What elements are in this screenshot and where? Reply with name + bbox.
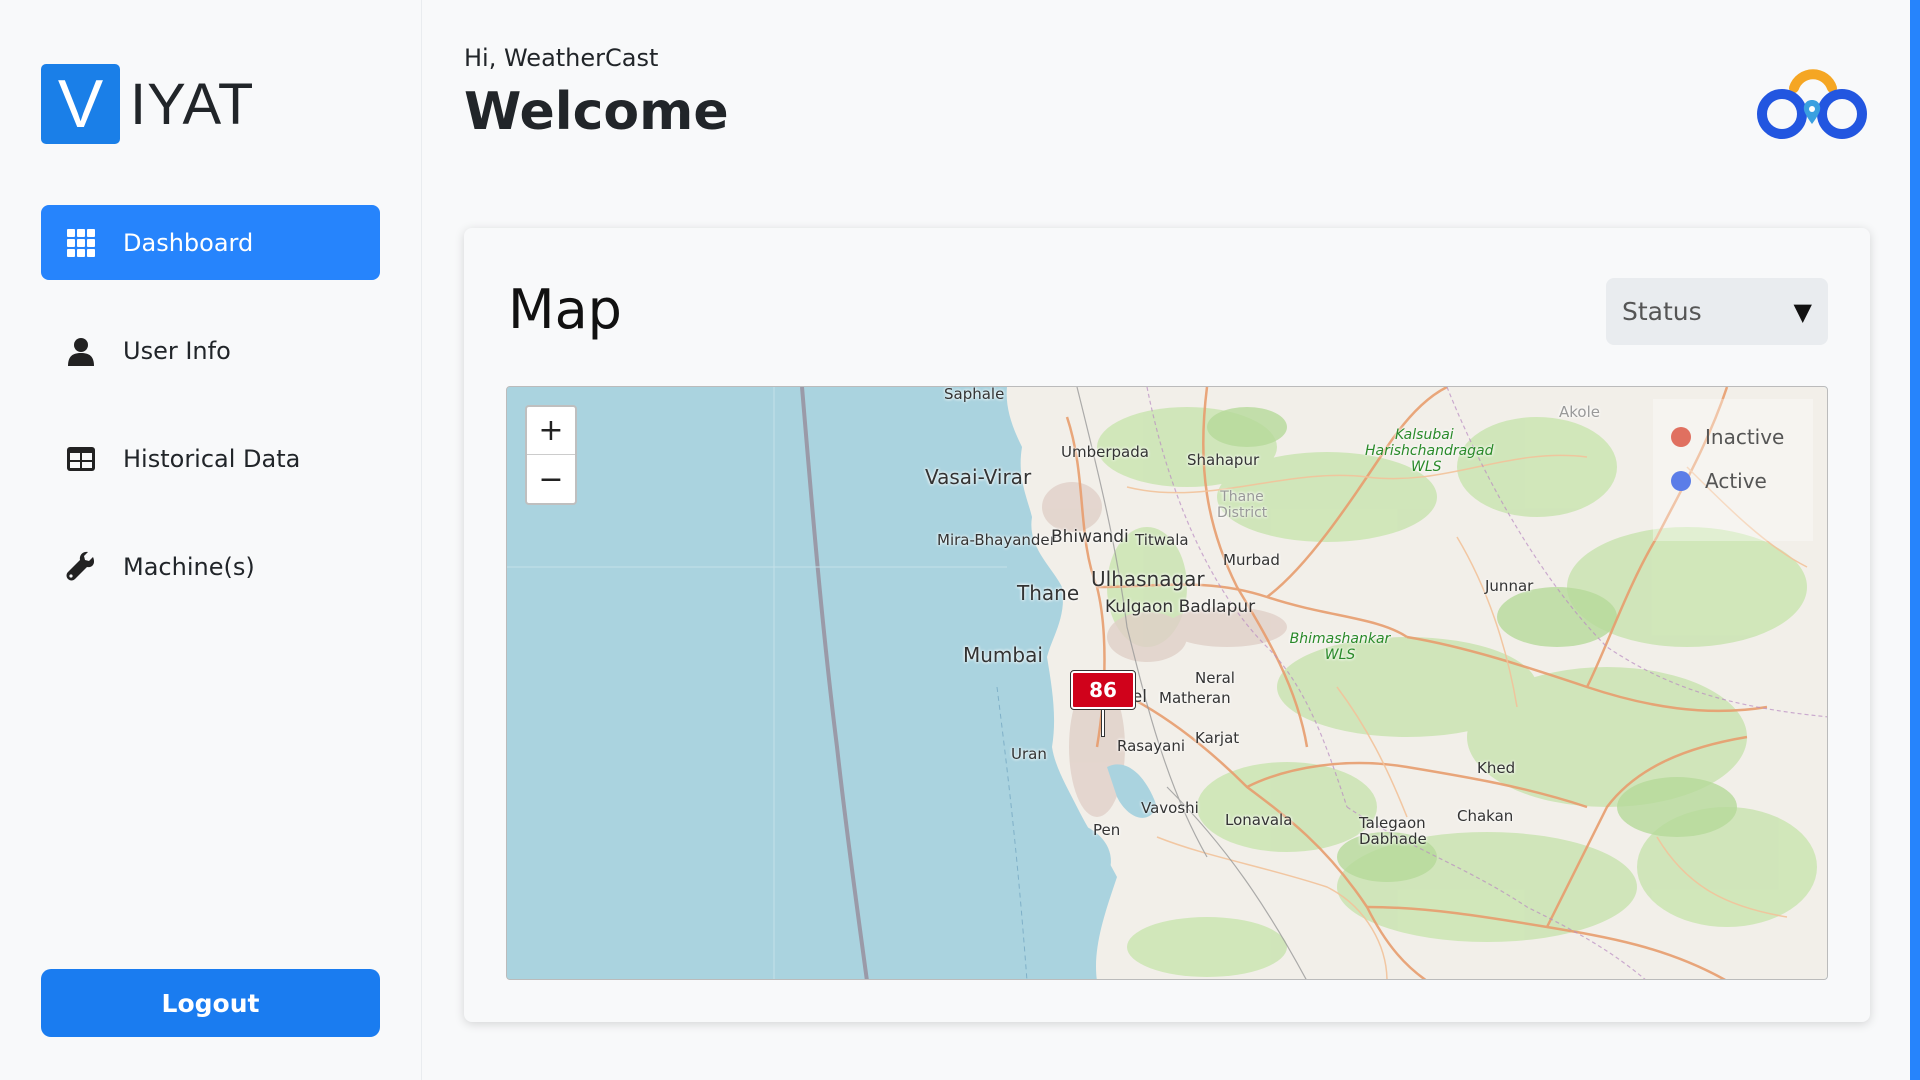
greeting-text: Hi, WeatherCast: [464, 44, 659, 72]
caret-down-icon: ▼: [1793, 297, 1812, 326]
map-label-murbad: Murbad: [1223, 551, 1280, 569]
map-label-lonavala: Lonavala: [1225, 811, 1293, 829]
map-label-harishchandragad: Harishchandragad: [1365, 443, 1494, 459]
map-label-talegaon-dabhade: Talegaon Dabhade: [1359, 814, 1427, 848]
map-label-khed: Khed: [1477, 759, 1516, 777]
sidebar-nav: Dashboard User Info Historical Data Mach…: [41, 205, 380, 637]
user-icon: [68, 337, 94, 366]
map-label-saphale: Saphale: [944, 386, 1005, 403]
map-label-titwala: Titwala: [1135, 531, 1189, 549]
map-label-thane-district: Thane District: [1217, 489, 1268, 521]
sidebar-item-label: Machine(s): [123, 552, 255, 581]
map-label-uran: Uran: [1011, 745, 1047, 763]
status-dot-icon: [1671, 471, 1691, 491]
logo-text: IYAT: [130, 71, 255, 137]
map-label-matheran: Matheran: [1159, 689, 1231, 707]
table-icon: [67, 446, 95, 471]
sidebar-item-label: Dashboard: [123, 228, 254, 257]
map-label-kulgaon-badlapur: Kulgaon Badlapur: [1105, 597, 1256, 617]
grid-icon: [67, 228, 95, 257]
map-label-neral: Neral: [1195, 669, 1235, 687]
map-label-chakan: Chakan: [1457, 807, 1514, 825]
map-label-vasai-virar: Vasai-Virar: [925, 465, 1032, 489]
marker-value-badge: 86: [1070, 670, 1136, 710]
sidebar-item-user-info[interactable]: User Info: [41, 313, 380, 388]
sidebar-item-historical-data[interactable]: Historical Data: [41, 421, 380, 496]
legend-label: Active: [1705, 469, 1767, 493]
page-scrollbar[interactable]: [1910, 0, 1920, 1080]
marker-pin-icon: [1101, 709, 1105, 737]
sidebar-item-label: Historical Data: [123, 444, 301, 473]
map-label-bhiwandi: Bhiwandi: [1051, 527, 1129, 547]
wrench-icon: [66, 551, 95, 580]
sidebar-item-machines[interactable]: Machine(s): [41, 529, 380, 604]
map-label-karjat: Karjat: [1195, 729, 1240, 747]
sidebar-item-dashboard[interactable]: Dashboard: [41, 205, 380, 280]
sidebar-item-label: User Info: [123, 336, 231, 365]
map-label-rasayani: Rasayani: [1117, 737, 1186, 755]
status-select-value: Status: [1622, 297, 1702, 326]
map-zoom-control: + −: [525, 405, 577, 505]
legend-label: Inactive: [1705, 425, 1785, 449]
map-marker[interactable]: 86: [1070, 670, 1136, 737]
map-label-kalsubai: Kalsubai: [1395, 427, 1454, 443]
map-label-akole: Akole: [1559, 403, 1600, 421]
map-card: Map Status ▼ Saphale Umberpada Shahapur …: [464, 228, 1870, 1022]
app-logo[interactable]: V IYAT: [41, 64, 254, 144]
legend-item-inactive: Inactive: [1671, 425, 1784, 449]
zoom-out-button[interactable]: −: [527, 455, 575, 503]
map-view[interactable]: Saphale Umberpada Shahapur Vasai-Virar K…: [506, 386, 1828, 980]
map-card-title: Map: [508, 278, 622, 341]
map-label-wls: WLS: [1411, 459, 1442, 475]
map-label-bhimashankar: Bhimashankar WLS: [1289, 631, 1391, 663]
map-label-vavoshi: Vavoshi: [1141, 799, 1199, 817]
logout-button[interactable]: Logout: [41, 969, 380, 1037]
map-label-shahapur: Shahapur: [1187, 451, 1260, 469]
map-label-umberpada: Umberpada: [1061, 443, 1149, 461]
zoom-in-button[interactable]: +: [527, 407, 575, 455]
sidebar: V IYAT Dashboard User Info Historical Da…: [0, 0, 422, 1080]
map-label-ulhasnagar: Ulhasnagar: [1091, 567, 1205, 591]
status-dot-icon: [1671, 427, 1691, 447]
map-label-junnar: Junnar: [1485, 577, 1534, 595]
logo-letter: V: [41, 64, 120, 144]
map-label-pen: Pen: [1093, 821, 1121, 839]
status-filter-select[interactable]: Status ▼: [1606, 278, 1828, 345]
map-label-thane: Thane: [1017, 581, 1080, 605]
map-label-mumbai: Mumbai: [963, 643, 1043, 667]
page-title: Welcome: [464, 82, 729, 142]
map-legend: Inactive Active: [1653, 399, 1813, 541]
cloud-location-logo-icon: [1757, 69, 1867, 139]
map-label-mira-bhayander: Mira-Bhayander: [937, 531, 1056, 549]
legend-item-active: Active: [1671, 469, 1767, 493]
map-terrain: [507, 387, 1827, 979]
